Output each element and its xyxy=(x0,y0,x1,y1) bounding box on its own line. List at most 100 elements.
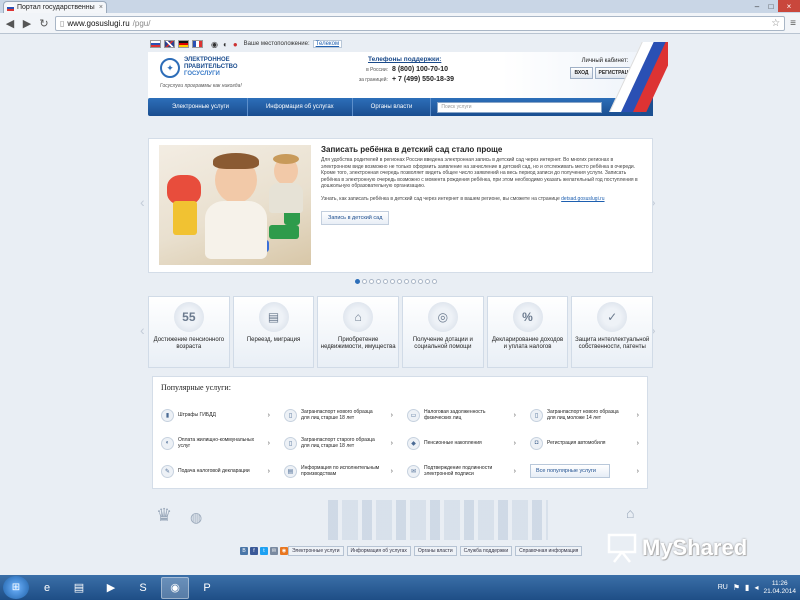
network-icon[interactable]: ▮ xyxy=(745,583,749,592)
back-icon[interactable]: ◀ xyxy=(4,17,16,30)
reload-icon[interactable]: ↻ xyxy=(38,17,50,30)
popular-item-enforcement[interactable]: ▤ Информация по исполнительным производс… xyxy=(284,457,399,485)
close-window-button[interactable]: × xyxy=(778,0,800,12)
nav-authorities[interactable]: Органы власти xyxy=(353,98,432,116)
chevron-right-icon: › xyxy=(636,467,639,475)
popular-item-label: Загранпаспорт нового образца для лиц мол… xyxy=(547,409,619,421)
site-header: ◉ ◐ ● Ваше местоположение: Телеком ✦ ЭЛЕ… xyxy=(148,36,668,116)
chrome-icon[interactable]: ◉ xyxy=(161,576,189,599)
popular-item-traffic-fines[interactable]: ▮ Штрафы ГИБДД › xyxy=(161,401,276,429)
category-migration[interactable]: ▤ Переезд, миграция xyxy=(232,296,315,368)
footer-link-support[interactable]: Служба поддержки xyxy=(459,546,513,556)
carousel-dot[interactable] xyxy=(369,279,374,284)
support-title[interactable]: Телефоны поддержки: xyxy=(368,56,468,63)
carousel-dot[interactable] xyxy=(404,279,409,284)
flag-uk-icon[interactable] xyxy=(164,40,175,48)
coat-of-arms-icon[interactable]: ♛ xyxy=(156,505,172,526)
location-pin-icon: ● xyxy=(232,39,238,49)
ministry-logo-icon[interactable]: ◍ xyxy=(190,509,202,526)
signature-icon: ✉ xyxy=(407,464,420,478)
all-popular-services-button[interactable]: Все популярные услуги xyxy=(530,464,610,478)
popular-item-label: Подтверждение подлинности электронной по… xyxy=(424,465,493,477)
tab-close-icon[interactable]: × xyxy=(99,4,103,11)
carousel-dot[interactable] xyxy=(383,279,388,284)
maximize-button[interactable]: □ xyxy=(764,0,778,12)
popular-item-pension-savings[interactable]: ◆ Пенсионные накопления › xyxy=(407,429,522,457)
skype-icon[interactable]: S xyxy=(129,577,157,599)
footer-link-authorities[interactable]: Органы власти xyxy=(413,546,457,556)
facebook-icon[interactable]: f xyxy=(250,547,258,555)
flag-ru-icon[interactable] xyxy=(150,40,161,48)
watermark-text: MyShared xyxy=(642,535,748,560)
category-taxes[interactable]: % Декларирование доходов и уплата налого… xyxy=(486,296,569,368)
category-pension[interactable]: 55 Достижение пенсионного возраста xyxy=(148,296,230,368)
ie-icon[interactable]: e xyxy=(33,577,61,599)
popular-item-utilities[interactable]: ◐ Оплата жилищно-коммунальных услуг › xyxy=(161,429,276,457)
category-label: Приобретение недвижимости, имущества xyxy=(320,337,396,350)
carousel-dot[interactable] xyxy=(355,279,360,284)
powerpoint-icon[interactable]: P xyxy=(193,577,221,599)
nav-service-info[interactable]: Информация об услугах xyxy=(248,98,353,116)
passport-icon: ▯ xyxy=(284,408,297,422)
popular-item-label: Загранпаспорт нового образца для лиц ста… xyxy=(301,409,373,421)
footer-link-electronic-services[interactable]: Электронные услуги xyxy=(288,546,344,556)
mail-icon[interactable]: ✉ xyxy=(270,547,278,555)
accessibility-icon[interactable]: ◉ xyxy=(211,40,218,49)
category-social-aid[interactable]: ◎ Получение дотации и социальной помощи xyxy=(402,296,484,368)
start-button[interactable]: ⊞ xyxy=(3,576,29,599)
explorer-icon[interactable]: ▤ xyxy=(65,577,93,599)
carousel-dot[interactable] xyxy=(390,279,395,284)
carousel-dot[interactable] xyxy=(432,279,437,284)
address-bar[interactable]: ▯ www.gosuslugi.ru/pgu/ ☆ xyxy=(55,15,786,31)
carousel-dot[interactable] xyxy=(425,279,430,284)
browser-menu-icon[interactable]: ≡ xyxy=(790,18,796,29)
vk-icon[interactable]: В xyxy=(240,547,248,555)
minimize-button[interactable]: – xyxy=(750,0,764,12)
detsad-link[interactable]: detsad.gosuslugi.ru xyxy=(561,196,604,202)
location-select[interactable]: Телеком xyxy=(312,40,343,48)
popular-grid: ▮ Штрафы ГИБДД › ▯ Загранпаспорт нового … xyxy=(161,401,645,485)
language-indicator[interactable]: RU xyxy=(718,584,728,591)
popular-item-tax-debt[interactable]: ▭ Налоговая задолженность физических лиц… xyxy=(407,401,522,429)
bookmark-star-icon[interactable]: ☆ xyxy=(771,18,780,29)
volume-icon[interactable]: ◂ xyxy=(754,583,758,592)
popular-item-passport-old-18[interactable]: ▯ Загранпаспорт старого образца для лиц … xyxy=(284,429,399,457)
popular-item-passport-new-14[interactable]: ▯ Загранпаспорт нового образца для лиц м… xyxy=(530,401,645,429)
browser-tab[interactable]: Портал государственны × xyxy=(3,1,107,13)
carousel-prev-icon[interactable]: ‹ xyxy=(140,194,145,210)
login-button[interactable]: ВХОД xyxy=(570,67,593,79)
popular-item-e-signature[interactable]: ✉ Подтверждение подлинности электронной … xyxy=(407,457,522,485)
kindergarten-signup-button[interactable]: Запись в детский сад xyxy=(321,211,390,225)
popular-item-car-registration[interactable]: ◘ Регистрация автомобиля › xyxy=(530,429,645,457)
carousel-dot[interactable] xyxy=(418,279,423,284)
carousel-dot[interactable] xyxy=(376,279,381,284)
flag-fr-icon[interactable] xyxy=(192,40,203,48)
gosuslugi-logo-icon[interactable]: ✦ xyxy=(160,58,180,78)
forward-icon[interactable]: ▶ xyxy=(21,17,33,30)
banner-text-2-prefix: Узнать, как записать ребёнка в детский с… xyxy=(321,196,560,202)
category-patents[interactable]: ✓ Защита интеллектуальной собственности,… xyxy=(571,296,654,368)
system-tray: RU ⚑ ▮ ◂ 11:26 21.04.2014 xyxy=(718,580,800,596)
popular-title: Популярные услуги: xyxy=(161,383,231,392)
popular-item-tax-declaration[interactable]: ✎ Подача налоговой декларации › xyxy=(161,457,276,485)
carousel-dot[interactable] xyxy=(397,279,402,284)
government-building-icon[interactable]: ⌂ xyxy=(626,505,634,521)
logo-text[interactable]: ЭЛЕКТРОННОЕ ПРАВИТЕЛЬСТВО ГОСУСЛУГИ xyxy=(184,57,264,78)
carousel-dot[interactable] xyxy=(362,279,367,284)
footer-link-service-info[interactable]: Информация об услугах xyxy=(346,546,411,556)
clock[interactable]: 11:26 21.04.2014 xyxy=(763,580,796,596)
flag-de-icon[interactable] xyxy=(178,40,189,48)
footer-link-reference[interactable]: Справочная информация xyxy=(515,546,583,556)
flag-tray-icon[interactable]: ⚑ xyxy=(733,583,740,592)
categories-prev-icon[interactable]: ‹ xyxy=(140,322,145,338)
carousel-dot[interactable] xyxy=(411,279,416,284)
media-player-icon[interactable]: ▶ xyxy=(97,577,125,599)
twitter-icon[interactable]: t xyxy=(260,547,268,555)
site-topbar: ◉ ◐ ● Ваше местоположение: Телеком xyxy=(148,36,653,52)
search-input[interactable]: Поиск услуги xyxy=(437,101,603,113)
popular-item-passport-new-18[interactable]: ▯ Загранпаспорт нового образца для лиц с… xyxy=(284,401,399,429)
category-property[interactable]: ⌂ Приобретение недвижимости, имущества xyxy=(317,296,400,368)
nav-electronic-services[interactable]: Электронные услуги xyxy=(148,98,248,116)
odnoklassniki-icon[interactable]: ◉ xyxy=(280,547,288,555)
eye-icon[interactable]: ◐ xyxy=(223,40,228,49)
